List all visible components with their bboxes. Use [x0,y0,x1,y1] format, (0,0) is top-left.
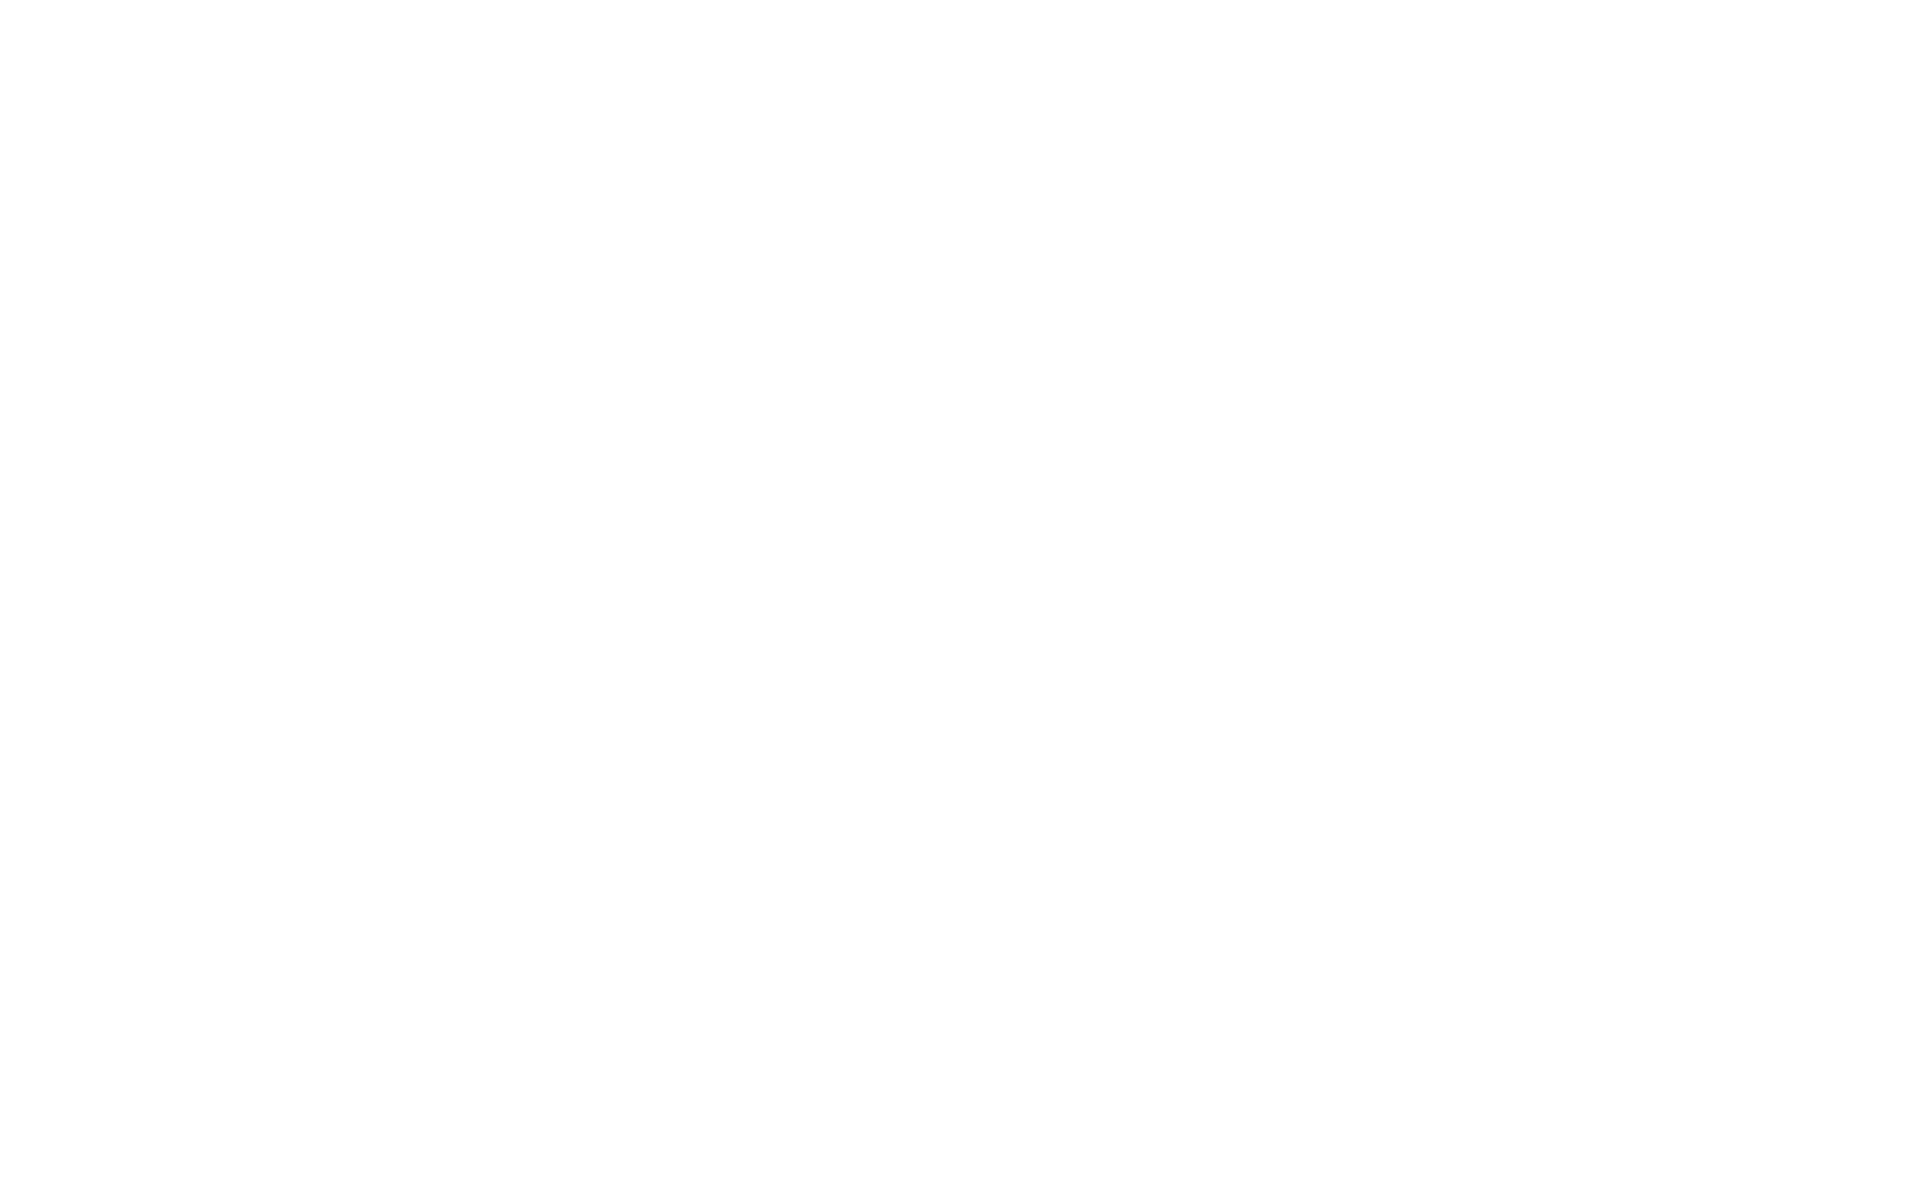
org-chart [0,0,1928,1191]
